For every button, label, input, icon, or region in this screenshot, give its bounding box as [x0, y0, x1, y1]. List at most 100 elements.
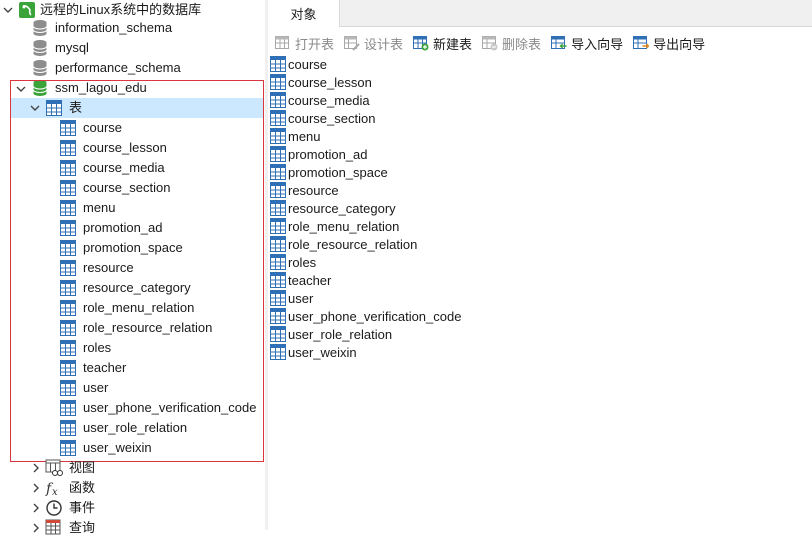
tree-connection[interactable]: 远程的Linux系统中的数据库 — [18, 0, 201, 20]
object-table-item[interactable]: roles — [268, 253, 812, 271]
objects-panel: 对象 打开表 设计表 新建表 删除表 导入向导 导出向导 course cour… — [268, 0, 812, 530]
open-table-label: 打开表 — [295, 36, 335, 52]
tree-functions-group[interactable]: fx 函数 — [45, 478, 95, 498]
chevron-right-icon[interactable] — [31, 483, 41, 493]
tree-table-item[interactable]: roles — [59, 338, 111, 358]
design-table-label: 设计表 — [364, 36, 404, 52]
tree-table-label: resource_category — [83, 280, 191, 295]
object-table-item[interactable]: user_role_relation — [268, 325, 812, 343]
tree-table-item[interactable]: promotion_ad — [59, 218, 163, 238]
object-table-item[interactable]: teacher — [268, 271, 812, 289]
tree-table-item[interactable]: user — [59, 378, 108, 398]
tree-views-group[interactable]: 视图 — [45, 458, 95, 478]
object-table-item[interactable]: promotion_space — [268, 163, 812, 181]
delete-table-button[interactable]: 删除表 — [481, 32, 541, 54]
object-table-item[interactable]: user_weixin — [268, 343, 812, 361]
chevron-down-icon[interactable] — [3, 5, 13, 15]
chevron-down-icon[interactable] — [30, 103, 40, 113]
navigation-tree: 远程的Linux系统中的数据库 information_schema mysql… — [0, 0, 265, 535]
tree-table-label: roles — [83, 340, 112, 355]
table-icon — [270, 56, 286, 72]
chevron-down-icon[interactable] — [16, 84, 26, 94]
open-table-button[interactable]: 打开表 — [274, 32, 334, 54]
object-table-item[interactable]: course_lesson — [268, 73, 812, 91]
table-icon — [270, 308, 286, 324]
object-table-label: user_role_relation — [288, 326, 393, 342]
object-table-item[interactable]: role_resource_relation — [268, 235, 812, 253]
tree-table-label: role_resource_relation — [83, 320, 213, 335]
table-icon — [270, 290, 286, 306]
object-table-item[interactable]: role_menu_relation — [268, 217, 812, 235]
delete-table-label: 删除表 — [502, 36, 542, 52]
object-table-item[interactable]: menu — [268, 127, 812, 145]
table-icon — [59, 159, 77, 177]
table-icon — [270, 218, 286, 234]
tree-queries-group[interactable]: 查询 — [45, 518, 95, 538]
tree-table-item[interactable]: user_phone_verification_code — [59, 398, 256, 418]
tree-table-item[interactable]: user_role_relation — [59, 418, 187, 438]
tab-objects-label: 对象 — [290, 7, 317, 22]
new-table-button[interactable]: 新建表 — [412, 32, 472, 54]
tree-table-label: promotion_ad — [83, 220, 163, 235]
tree-db-information-schema[interactable]: information_schema — [31, 18, 172, 38]
tree-table-item[interactable]: resource — [59, 258, 134, 278]
object-table-item[interactable]: resource_category — [268, 199, 812, 217]
tab-objects[interactable]: 对象 — [268, 0, 340, 27]
chevron-right-icon[interactable] — [31, 463, 41, 473]
object-table-item[interactable]: course_media — [268, 91, 812, 109]
design-table-icon — [343, 34, 361, 52]
table-icon — [270, 254, 286, 270]
table-icon — [59, 239, 77, 257]
new-table-label: 新建表 — [433, 36, 473, 52]
table-icon — [270, 200, 286, 216]
table-icon — [270, 92, 286, 108]
tree-table-label: user_phone_verification_code — [83, 400, 257, 415]
database-icon — [31, 59, 49, 77]
design-table-button[interactable]: 设计表 — [343, 32, 403, 54]
tree-events-group[interactable]: 事件 — [45, 498, 95, 518]
tree-table-item[interactable]: course_media — [59, 158, 165, 178]
tree-table-item[interactable]: teacher — [59, 358, 126, 378]
tree-table-item[interactable]: menu — [59, 198, 116, 218]
tree-table-item[interactable]: resource_category — [59, 278, 191, 298]
tree-table-label: promotion_space — [83, 240, 183, 255]
tree-table-item[interactable]: user_weixin — [59, 438, 152, 458]
tree-table-item[interactable]: role_menu_relation — [59, 298, 194, 318]
tree-db-performance-schema[interactable]: performance_schema — [31, 58, 181, 78]
objects-toolbar: 打开表 设计表 新建表 删除表 导入向导 导出向导 — [268, 31, 812, 55]
object-table-item[interactable]: user — [268, 289, 812, 307]
table-icon — [270, 74, 286, 90]
object-table-label: course_lesson — [288, 74, 372, 90]
table-icon — [270, 110, 286, 126]
object-table-item[interactable]: course_section — [268, 109, 812, 127]
tree-table-item[interactable]: course — [59, 118, 122, 138]
tree-table-item[interactable]: course_section — [59, 178, 170, 198]
object-table-item[interactable]: user_phone_verification_code — [268, 307, 812, 325]
events-label: 事件 — [69, 500, 96, 515]
object-table-label: course — [288, 56, 328, 72]
tree-table-item[interactable]: promotion_space — [59, 238, 183, 258]
tree-table-item[interactable]: role_resource_relation — [59, 318, 212, 338]
object-table-label: course_media — [288, 92, 370, 108]
table-icon — [270, 146, 286, 162]
object-table-label: user — [288, 290, 314, 306]
tree-db-mysql[interactable]: mysql — [31, 38, 89, 58]
object-table-label: user_weixin — [288, 344, 357, 360]
object-table-item[interactable]: course — [268, 55, 812, 73]
tree-table-item[interactable]: course_lesson — [59, 138, 167, 158]
tree-table-label: resource — [83, 260, 134, 275]
new-table-icon — [412, 34, 430, 52]
export-wizard-button[interactable]: 导出向导 — [632, 32, 705, 54]
tree-db-ssm-lagou-edu[interactable]: ssm_lagou_edu — [31, 78, 147, 98]
table-icon — [270, 164, 286, 180]
object-table-item[interactable]: resource — [268, 181, 812, 199]
tree-tables-group[interactable]: 表 — [11, 98, 263, 118]
open-table-icon — [274, 34, 292, 52]
table-icon — [59, 439, 77, 457]
chevron-right-icon[interactable] — [31, 503, 41, 513]
chevron-right-icon[interactable] — [31, 523, 41, 533]
table-icon — [59, 259, 77, 277]
import-wizard-button[interactable]: 导入向导 — [550, 32, 623, 54]
object-table-item[interactable]: promotion_ad — [268, 145, 812, 163]
tree-table-label: course_media — [83, 160, 165, 175]
